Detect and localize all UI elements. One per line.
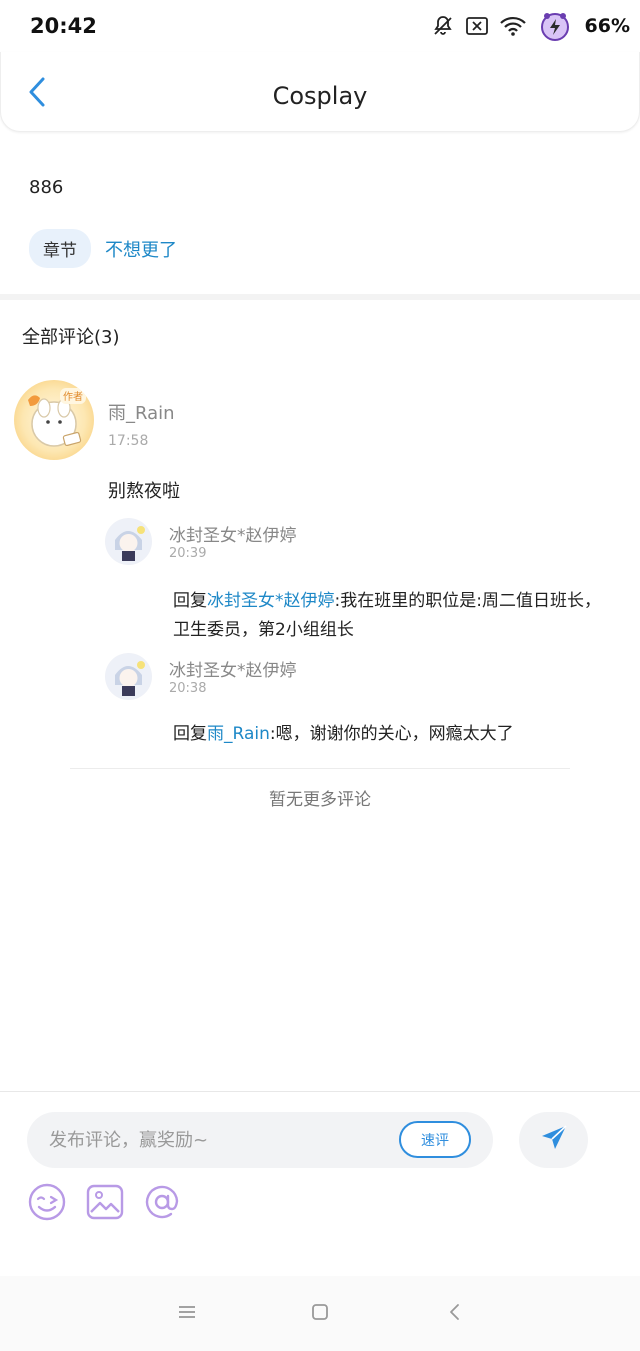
reply-body: :嗯，谢谢你的关心，网瘾太大了 xyxy=(269,724,514,744)
reply-avatar[interactable] xyxy=(105,518,152,565)
battery-level: 66% xyxy=(584,15,630,37)
reply-prefix: 回复 xyxy=(173,724,207,744)
reply-mention[interactable]: 雨_Rain xyxy=(207,724,270,744)
nav-back-icon xyxy=(448,1302,462,1326)
send-button[interactable] xyxy=(519,1112,588,1168)
home-button[interactable] xyxy=(305,1300,335,1328)
status-icons: 66% xyxy=(431,10,630,42)
mute-icon xyxy=(431,14,455,38)
quick-comment-button[interactable]: 速评 xyxy=(399,1121,471,1158)
home-square-icon xyxy=(310,1302,330,1326)
reply-author[interactable]: 冰封圣女*赵伊婷 xyxy=(169,521,297,546)
comment-composer: 速评 xyxy=(0,1091,640,1275)
comment-time: 17:58 xyxy=(108,433,149,449)
reply-time: 20:38 xyxy=(169,681,207,696)
at-icon xyxy=(142,1182,182,1226)
battery-charging-icon xyxy=(537,11,573,41)
reply-avatar[interactable] xyxy=(105,653,152,700)
reply-mention[interactable]: 冰封圣女*赵伊婷 xyxy=(207,591,335,611)
status-bar: 20:42 66% xyxy=(0,0,640,52)
image-button[interactable] xyxy=(85,1184,125,1224)
post-text: 886 xyxy=(29,177,64,198)
section-divider xyxy=(0,294,640,300)
page-title: Cosplay xyxy=(272,82,368,110)
emoji-icon xyxy=(27,1182,67,1226)
chapter-tag-row: 章节 不想更了 xyxy=(29,229,177,268)
reply-author[interactable]: 冰封圣女*赵伊婷 xyxy=(169,656,297,681)
post: 886 章节 不想更了 xyxy=(0,132,640,294)
image-icon xyxy=(85,1182,125,1226)
status-time: 20:42 xyxy=(30,14,97,38)
no-more-comments: 暂无更多评论 xyxy=(269,790,371,810)
reply-text: 回复冰封圣女*赵伊婷:我在班里的职位是:周二值日班长，卫生委员，第2小组组长 xyxy=(173,587,613,645)
menu-icon xyxy=(177,1304,197,1324)
emoji-button[interactable] xyxy=(27,1182,67,1226)
comment-author[interactable]: 雨_Rain xyxy=(108,399,175,425)
nav-back-button[interactable] xyxy=(440,1300,470,1328)
reply-time: 20:39 xyxy=(169,546,207,561)
paper-plane-icon xyxy=(539,1123,569,1157)
wifi-icon xyxy=(499,15,527,37)
comment-text: 别熬夜啦 xyxy=(108,481,180,502)
avatar[interactable]: 作者 xyxy=(14,380,94,460)
menu-button[interactable] xyxy=(172,1300,202,1328)
mention-button[interactable] xyxy=(142,1184,182,1224)
header: Cosplay xyxy=(0,52,640,132)
author-badge: 作者 xyxy=(63,391,83,403)
divider xyxy=(70,768,570,769)
reply-prefix: 回复 xyxy=(173,591,207,611)
reply-text: 回复雨_Rain:嗯，谢谢你的关心，网瘾太大了 xyxy=(173,720,613,749)
chapter-link[interactable]: 不想更了 xyxy=(105,236,177,262)
comments-title: 全部评论(3) xyxy=(22,327,120,348)
sim-off-icon xyxy=(465,16,489,36)
chapter-tag: 章节 xyxy=(29,229,91,268)
system-nav-bar xyxy=(0,1276,640,1351)
